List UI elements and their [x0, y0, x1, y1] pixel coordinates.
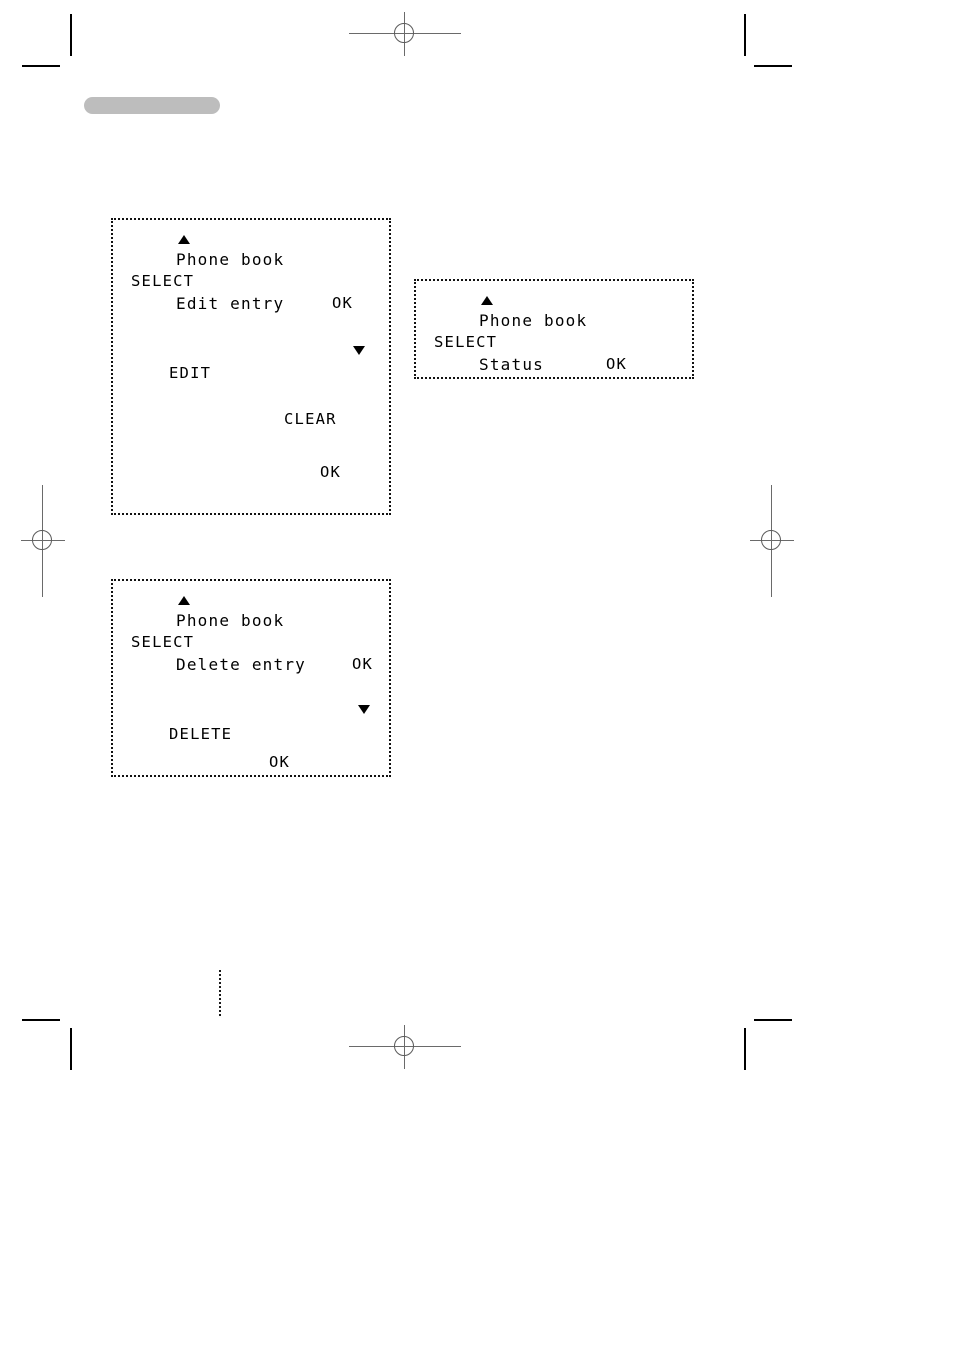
registration-circle	[394, 1036, 414, 1056]
header-redaction-bar	[84, 97, 220, 114]
softkey-ok-bottom[interactable]: OK	[320, 464, 341, 481]
menu-title: Phone book	[176, 250, 285, 269]
lcd-screen-status: Phone book SELECT Status OK	[414, 279, 694, 379]
scroll-up-arrow-icon[interactable]	[178, 235, 190, 244]
softkey-edit[interactable]: EDIT	[169, 365, 211, 382]
menu-title: Phone book	[176, 611, 285, 630]
crop-mark-top-left-vertical	[70, 14, 72, 56]
crop-mark-bottom-left-vertical	[70, 1028, 72, 1070]
registration-circle	[32, 530, 52, 550]
menu-item-status[interactable]: Status	[479, 357, 544, 373]
registration-target-bottom-center	[349, 1025, 461, 1069]
crop-mark-bottom-left-horizontal	[22, 1019, 60, 1021]
registration-target-top-center	[349, 12, 461, 56]
crop-mark-top-left-horizontal	[22, 65, 60, 67]
softkey-clear[interactable]: CLEAR	[284, 411, 337, 428]
softkey-select[interactable]: SELECT	[131, 273, 194, 290]
crop-mark-top-right-horizontal	[754, 65, 792, 67]
softkey-ok-top[interactable]: OK	[352, 656, 373, 673]
registration-circle	[394, 23, 414, 43]
crop-mark-bottom-right-horizontal	[754, 1019, 792, 1021]
crop-mark-top-right-vertical	[744, 14, 746, 56]
scroll-up-arrow-icon[interactable]	[178, 596, 190, 605]
scroll-down-arrow-icon[interactable]	[358, 705, 370, 714]
softkey-select[interactable]: SELECT	[131, 634, 194, 651]
registration-target-right-middle	[750, 485, 794, 597]
scroll-down-arrow-icon[interactable]	[353, 346, 365, 355]
menu-item-delete-entry[interactable]: Delete entry	[176, 657, 306, 673]
registration-target-left-middle	[21, 485, 65, 597]
softkey-ok-top[interactable]: OK	[606, 356, 627, 373]
softkey-select[interactable]: SELECT	[434, 334, 497, 351]
lcd-screen-edit-entry: Phone book SELECT Edit entry OK EDIT CLE…	[111, 218, 391, 515]
scroll-up-arrow-icon[interactable]	[481, 296, 493, 305]
registration-circle	[761, 530, 781, 550]
crop-mark-bottom-right-vertical	[744, 1028, 746, 1070]
softkey-ok-bottom[interactable]: OK	[269, 754, 290, 771]
menu-item-edit-entry[interactable]: Edit entry	[176, 296, 284, 312]
menu-title: Phone book	[479, 311, 588, 330]
lcd-screen-delete-entry: Phone book SELECT Delete entry OK DELETE…	[111, 579, 391, 777]
softkey-ok-top[interactable]: OK	[332, 295, 353, 312]
softkey-delete[interactable]: DELETE	[169, 726, 232, 743]
dotted-tick	[219, 970, 221, 1016]
